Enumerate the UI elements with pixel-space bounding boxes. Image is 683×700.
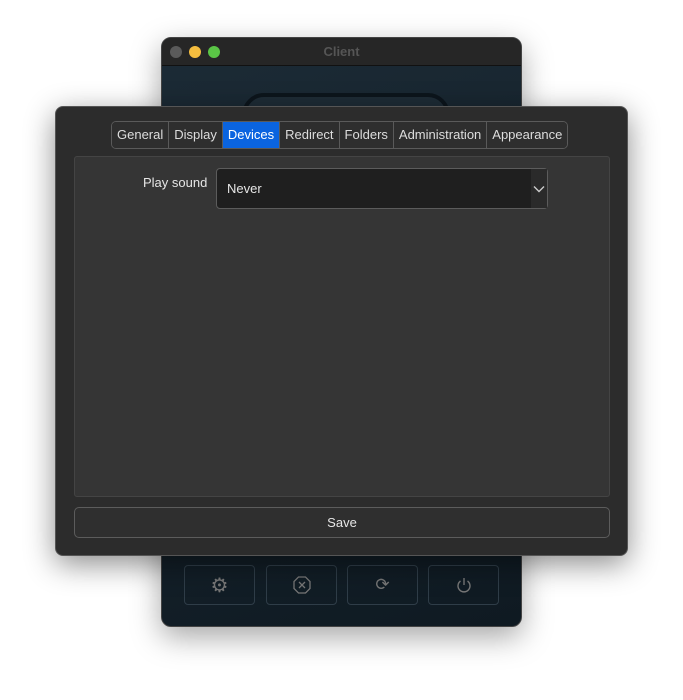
- title-bar: Client: [162, 38, 521, 66]
- power-icon: [456, 578, 471, 593]
- play-sound-value: Never: [227, 181, 262, 196]
- stop-button[interactable]: [266, 565, 337, 605]
- tab-administration[interactable]: Administration: [393, 122, 488, 148]
- window-title: Client: [323, 44, 360, 59]
- tab-general[interactable]: General: [112, 122, 170, 148]
- settings-button[interactable]: ⚙: [184, 565, 255, 605]
- refresh-button[interactable]: ⟳: [347, 565, 418, 605]
- power-button[interactable]: [428, 565, 499, 605]
- tab-appearance[interactable]: Appearance: [487, 122, 568, 148]
- gear-icon: ⚙: [210, 574, 229, 597]
- play-sound-label: Play sound: [143, 175, 208, 190]
- tab-folders[interactable]: Folders: [339, 122, 394, 148]
- refresh-icon: ⟳: [375, 575, 390, 594]
- tab-devices[interactable]: Devices: [222, 122, 281, 148]
- play-sound-select[interactable]: Never: [216, 168, 548, 209]
- stop-icon: [292, 576, 311, 594]
- chevron-down-icon[interactable]: [531, 169, 547, 208]
- preferences-dialog: General Display Devices Redirect Folders…: [55, 106, 628, 556]
- devices-panel: Play sound Never: [74, 156, 610, 497]
- tab-display[interactable]: Display: [169, 122, 223, 148]
- tab-redirect[interactable]: Redirect: [280, 122, 340, 148]
- save-button[interactable]: Save: [74, 507, 610, 538]
- tab-bar: General Display Devices Redirect Folders…: [111, 121, 569, 149]
